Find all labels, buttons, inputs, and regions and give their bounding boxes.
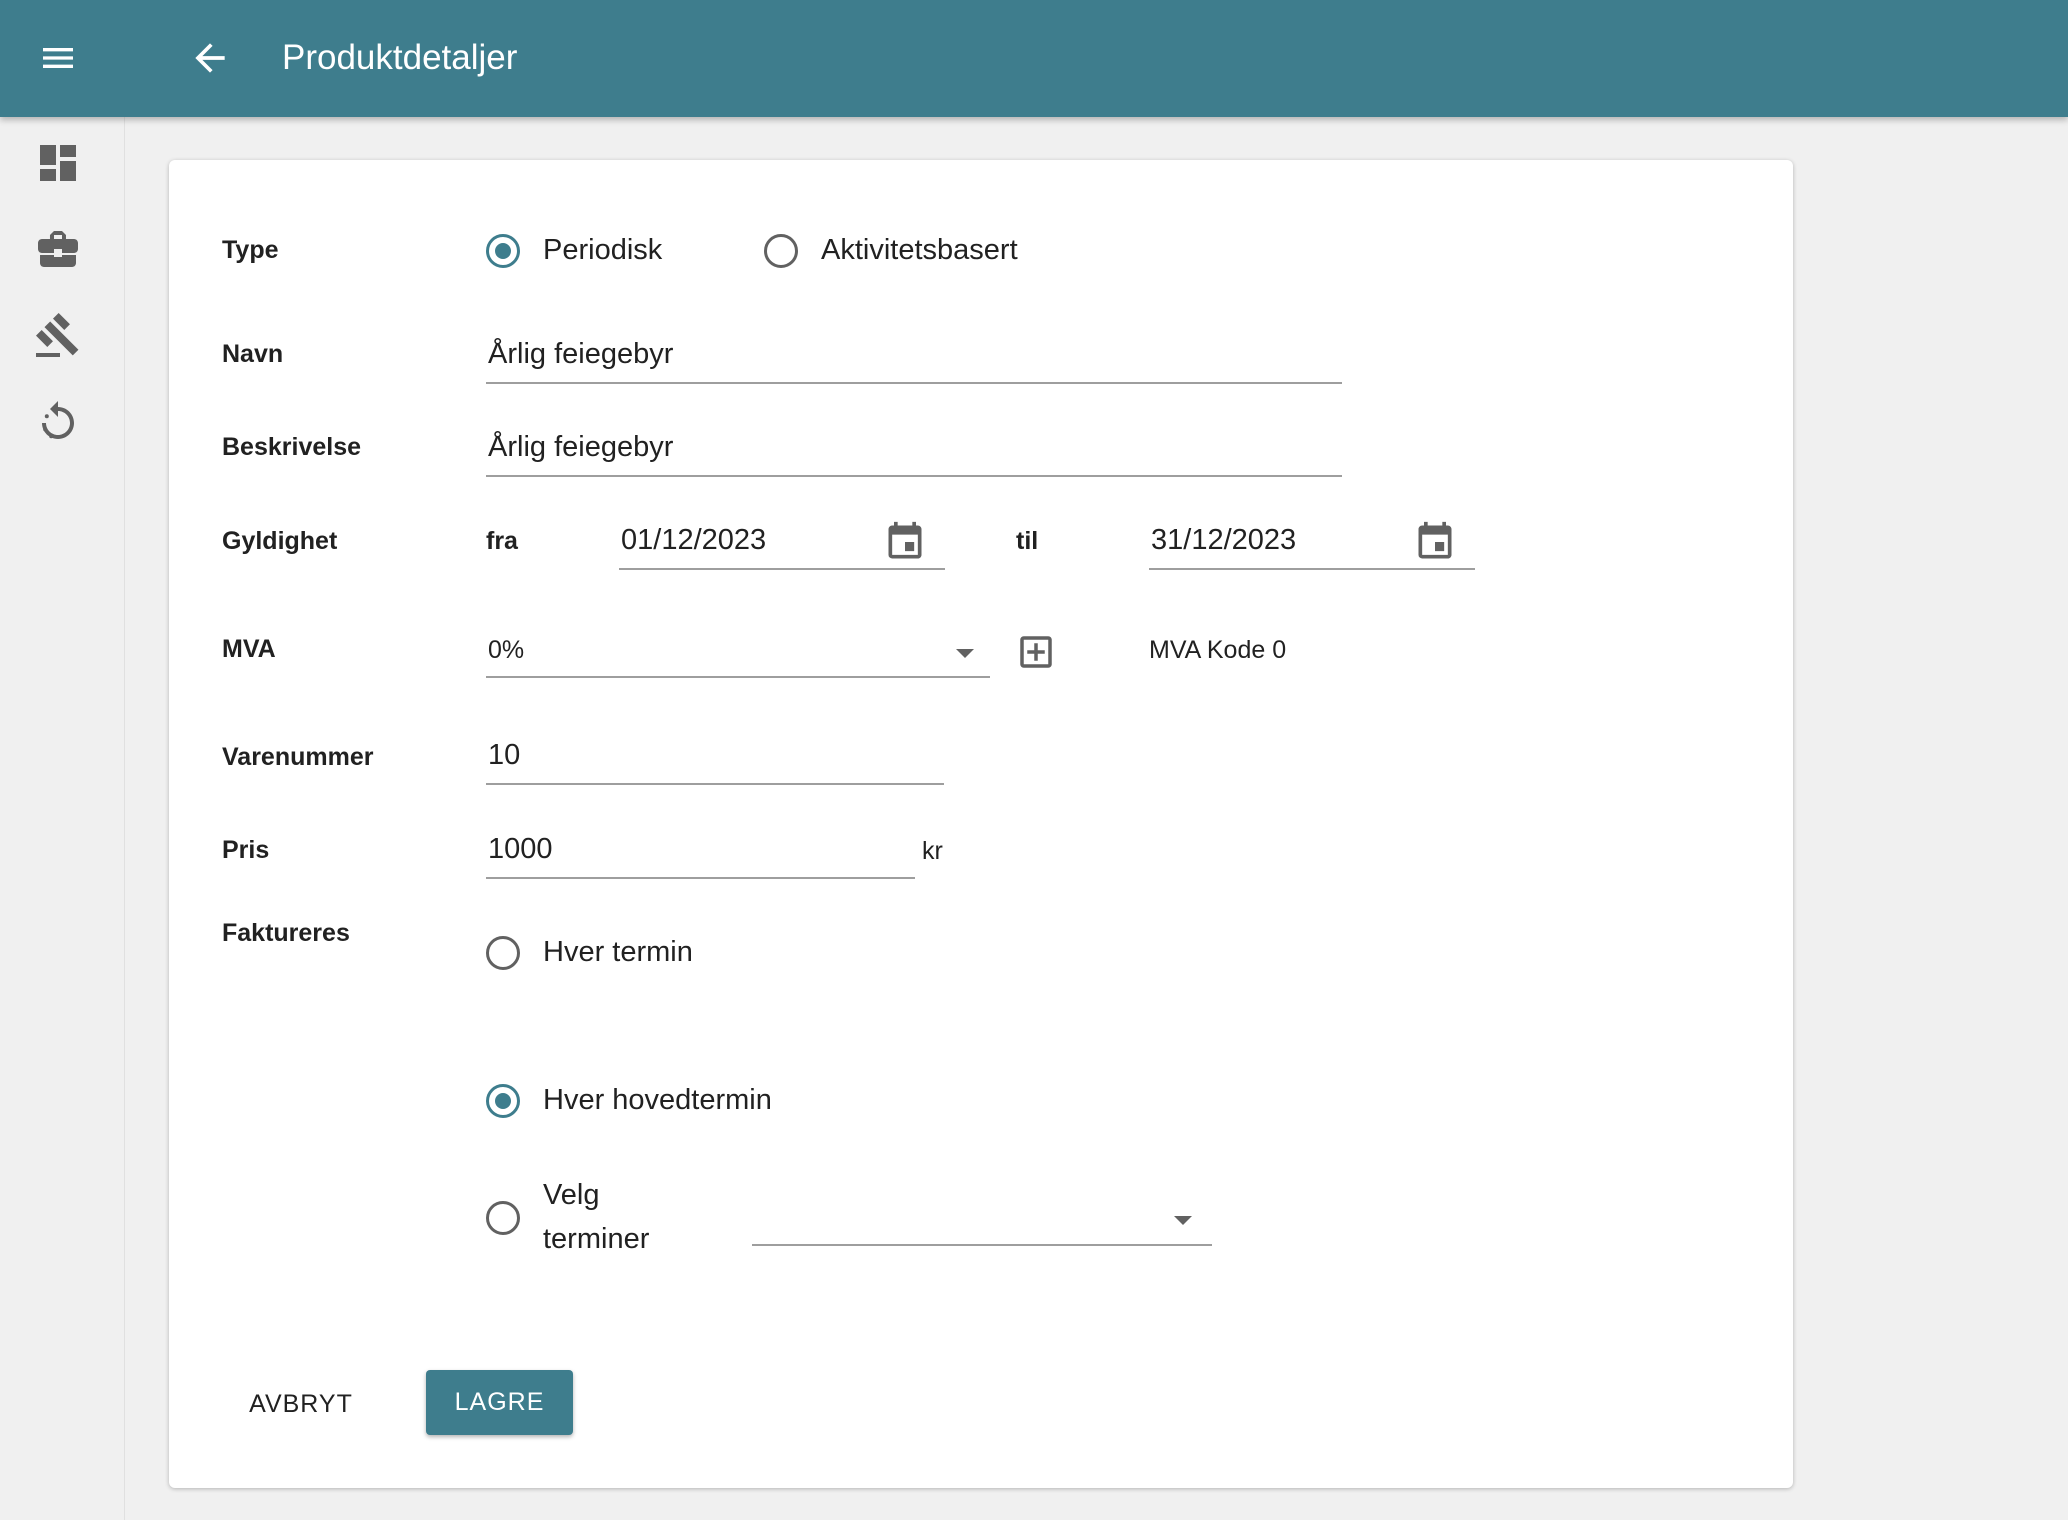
gavel-icon[interactable] <box>34 311 82 359</box>
product-form-card: Type Periodisk Aktivitetsbasert Navn Årl… <box>169 160 1793 1488</box>
chevron-down-icon <box>1174 1216 1192 1225</box>
til-label: til <box>1016 527 1039 555</box>
type-label: Type <box>222 236 279 264</box>
fra-label: fra <box>486 527 518 555</box>
varenummer-label: Varenummer <box>222 743 374 771</box>
navn-value: Årlig feiegebyr <box>488 338 674 370</box>
calendar-icon[interactable] <box>1413 520 1457 564</box>
radio-hver-hovedtermin[interactable] <box>486 1084 520 1118</box>
to-date-value: 31/12/2023 <box>1151 524 1297 556</box>
save-button[interactable]: LAGRE <box>426 1370 573 1435</box>
radio-periodisk-label: Periodisk <box>543 234 663 266</box>
page-title: Produktdetaljer <box>282 38 518 77</box>
radio-velg-label-line1: Velg <box>543 1179 600 1211</box>
from-date-input[interactable]: 01/12/2023 <box>619 518 945 570</box>
pris-label: Pris <box>222 836 270 864</box>
radio-periodisk[interactable] <box>486 234 520 268</box>
radio-velg-terminer[interactable] <box>486 1201 520 1235</box>
mva-select[interactable]: 0% <box>486 626 990 678</box>
dashboard-icon[interactable] <box>34 139 82 187</box>
mva-code-text: MVA Kode 0 <box>1149 636 1287 664</box>
arrow-left-icon[interactable] <box>188 36 232 80</box>
radio-hver-termin[interactable] <box>486 936 520 970</box>
mva-value: 0% <box>488 636 525 664</box>
varenummer-value: 10 <box>488 739 521 771</box>
chevron-down-icon <box>956 649 974 658</box>
briefcase-icon[interactable] <box>34 225 82 273</box>
pris-input[interactable]: 1000 <box>486 827 915 879</box>
varenummer-input[interactable]: 10 <box>486 733 944 785</box>
add-box-icon[interactable] <box>1015 631 1057 673</box>
app-bar: Produktdetaljer <box>0 0 2068 117</box>
mva-label: MVA <box>222 635 276 663</box>
pris-value: 1000 <box>488 833 553 865</box>
history-icon[interactable] <box>34 397 82 445</box>
beskrivelse-input[interactable]: Årlig feiegebyr <box>486 425 1342 477</box>
beskrivelse-value: Årlig feiegebyr <box>488 431 674 463</box>
currency-unit: kr <box>922 837 943 865</box>
navn-label: Navn <box>222 340 284 368</box>
radio-hver-hovedtermin-label: Hver hovedtermin <box>543 1084 772 1116</box>
gyldighet-label: Gyldighet <box>222 527 338 555</box>
menu-icon[interactable] <box>38 38 78 78</box>
radio-velg-label-line2: terminer <box>543 1223 650 1255</box>
cancel-button[interactable]: AVBRYT <box>231 1373 371 1435</box>
navn-input[interactable]: Årlig feiegebyr <box>486 332 1342 384</box>
calendar-icon[interactable] <box>883 520 927 564</box>
radio-aktivitetsbasert-label: Aktivitetsbasert <box>821 234 1018 266</box>
sidebar <box>0 117 125 1520</box>
faktureres-label: Faktureres <box>222 919 350 947</box>
from-date-value: 01/12/2023 <box>621 524 767 556</box>
radio-hver-termin-label: Hver termin <box>543 936 693 968</box>
to-date-input[interactable]: 31/12/2023 <box>1149 518 1475 570</box>
terminer-select[interactable] <box>752 1194 1212 1246</box>
radio-aktivitetsbasert[interactable] <box>764 234 798 268</box>
beskrivelse-label: Beskrivelse <box>222 433 362 461</box>
